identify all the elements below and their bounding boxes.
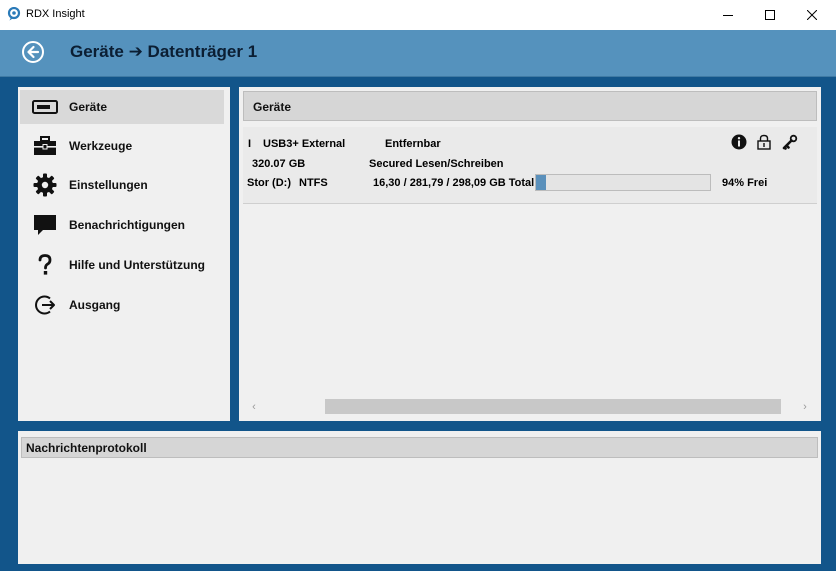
sidebar-item-ausgang[interactable]: Ausgang (20, 288, 224, 322)
scroll-thumb[interactable] (325, 399, 781, 414)
message-log-title: Nachrichtenprotokoll (26, 441, 147, 455)
devices-panel: Geräte I USB3+ External Entfernbar 320.0… (239, 87, 821, 421)
maximize-button[interactable] (748, 0, 792, 30)
device-status: Secured Lesen/Schreiben (369, 158, 504, 170)
page-title: Geräte ➔ Datenträger 1 (70, 42, 258, 61)
device-name: USB3+ External (263, 138, 346, 150)
sidebar-item-label: Benachrichtigungen (69, 218, 186, 232)
device-capacity: 320.07 GB (252, 158, 306, 170)
scroll-right-arrow[interactable]: › (796, 397, 814, 417)
message-log-panel: Nachrichtenprotokoll (18, 431, 821, 564)
main-frame: Geräte Werkzeuge Einstellungen Benachric… (0, 77, 836, 571)
question-mark-icon (32, 252, 58, 278)
minimize-button[interactable] (706, 0, 750, 30)
maximize-icon (765, 10, 775, 20)
key-icon[interactable] (780, 132, 800, 152)
device-marker: I (248, 138, 252, 150)
device-row[interactable]: I USB3+ External Entfernbar 320.07 GB Se… (243, 127, 817, 204)
sidebar-item-label: Ausgang (69, 298, 121, 312)
info-icon[interactable] (729, 132, 749, 152)
lock-icon[interactable] (754, 132, 774, 152)
sidebar-item-label: Geräte (69, 100, 108, 114)
device-usage: 16,30 / 281,79 / 298,09 GB Total (373, 177, 535, 189)
scroll-left-arrow[interactable]: ‹ (245, 397, 263, 417)
sidebar-item-label: Einstellungen (69, 178, 148, 192)
rdx-logo-icon (7, 7, 21, 21)
sidebar-item-label: Hilfe und Unterstützung (69, 258, 205, 272)
sidebar-item-werkzeuge[interactable]: Werkzeuge (20, 129, 224, 163)
devices-panel-header: Geräte (243, 91, 817, 121)
message-log-header: Nachrichtenprotokoll (21, 437, 818, 458)
sidebar: Geräte Werkzeuge Einstellungen Benachric… (18, 87, 230, 421)
capacity-progress-fill (536, 175, 547, 190)
device-type: Entfernbar (385, 138, 441, 150)
capacity-progress-bar (535, 174, 711, 191)
sidebar-item-benachrichtigungen[interactable]: Benachrichtigungen (20, 208, 224, 242)
sidebar-item-einstellungen[interactable]: Einstellungen (20, 168, 224, 202)
exit-icon (32, 292, 58, 318)
close-button[interactable] (790, 0, 834, 30)
window-titlebar: RDX Insight (0, 0, 836, 30)
device-filesystem: NTFS (299, 177, 328, 189)
device-volume: Stor (D:) (247, 177, 291, 189)
gear-icon (32, 172, 58, 198)
minimize-icon (723, 15, 733, 16)
back-button[interactable] (21, 40, 45, 64)
drive-icon (32, 94, 58, 120)
sidebar-item-hilfe[interactable]: Hilfe und Unterstützung (20, 248, 224, 282)
horizontal-scrollbar[interactable]: ‹ › (243, 397, 817, 417)
sidebar-item-geraete[interactable]: Geräte (20, 90, 224, 124)
close-icon (807, 10, 817, 20)
speech-bubble-icon (32, 212, 58, 238)
toolbox-icon (32, 133, 58, 159)
device-free-space: 94% Frei (722, 177, 768, 189)
sidebar-item-label: Werkzeuge (69, 139, 133, 153)
window-title: RDX Insight (26, 8, 85, 20)
page-header: Geräte ➔ Datenträger 1 (0, 30, 836, 77)
devices-panel-title: Geräte (253, 100, 292, 114)
